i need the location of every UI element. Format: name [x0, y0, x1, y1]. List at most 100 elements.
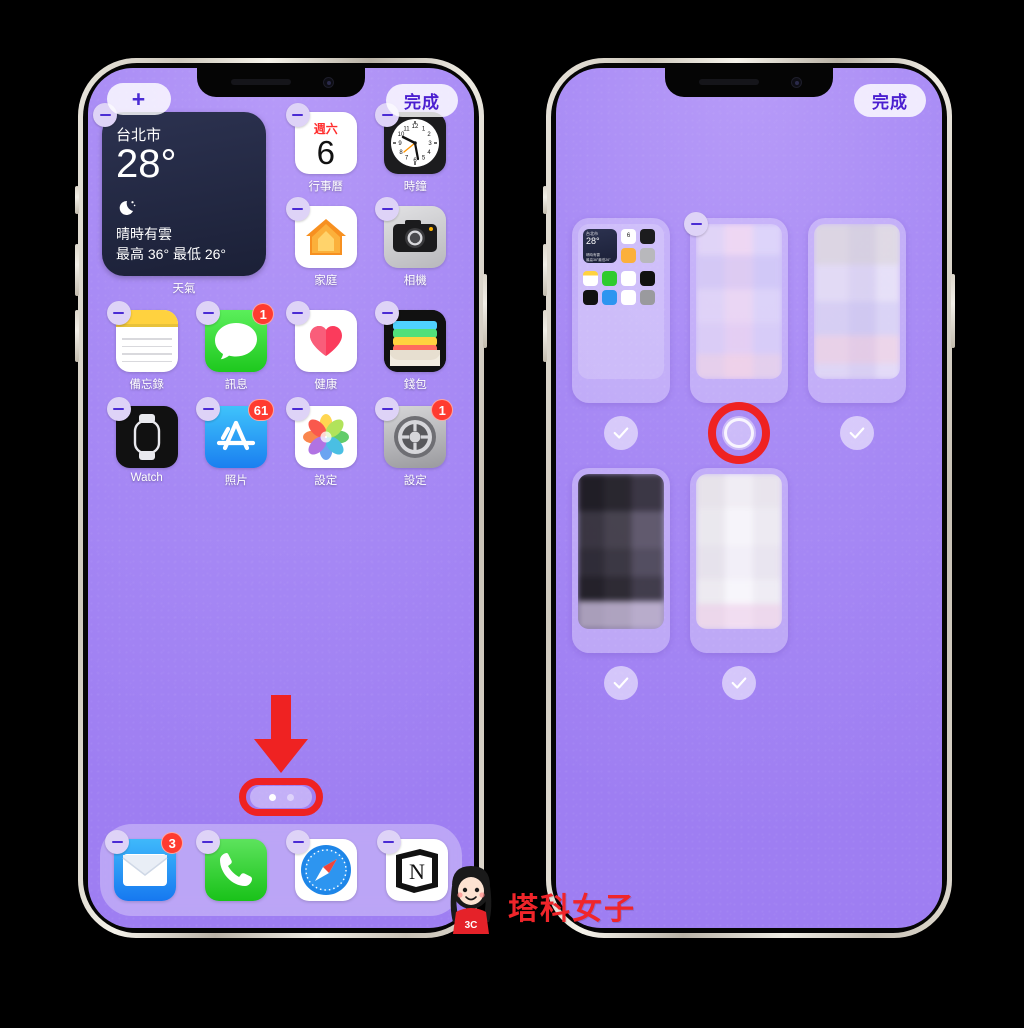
page-row-2: [556, 468, 942, 700]
app-app-store[interactable]: 61 照片: [192, 397, 282, 488]
right-phone-screen: 完成 台北市 28° 晴時有雲 最高36°最低26° 6: [556, 68, 942, 928]
power-button[interactable]: [951, 274, 955, 348]
silent-switch[interactable]: [75, 186, 79, 214]
add-widget-button[interactable]: +: [107, 83, 171, 115]
remove-app-button[interactable]: [285, 197, 310, 221]
mini-health-icon: [621, 271, 636, 286]
mini-notes-icon: [583, 271, 598, 286]
mail-badge: 3: [161, 832, 184, 854]
page-row-1: 台北市 28° 晴時有雲 最高36°最低26° 6: [556, 212, 942, 464]
volume-down-button[interactable]: [75, 310, 79, 362]
mini-wallet-icon: [640, 271, 655, 286]
mini-app-store-icon: [602, 290, 617, 305]
app-calendar[interactable]: 週六 6 行事曆: [281, 103, 371, 194]
page-checkbox[interactable]: [604, 416, 638, 450]
page-editor-grid: 台北市 28° 晴時有雲 最高36°最低26° 6: [556, 212, 942, 718]
settings-badge: 1: [431, 399, 454, 421]
checkbox-empty-circle: [724, 418, 754, 448]
volume-down-button[interactable]: [543, 310, 547, 362]
earpiece-speaker: [699, 79, 759, 85]
grid-row-1-right-bottom: 家庭 相機: [281, 197, 461, 288]
mini-camera-icon: [640, 248, 655, 263]
mini-clock-icon: [640, 229, 655, 244]
page-dot-active[interactable]: [268, 793, 276, 801]
remove-page-button[interactable]: [684, 212, 708, 236]
page-preview-content: [578, 474, 664, 629]
weather-widget[interactable]: 台北市 28° 晴時有雲 最高 36° 最低 26°: [102, 112, 266, 276]
svg-text:12: 12: [412, 124, 419, 130]
front-camera-icon: [791, 77, 802, 88]
page-checkbox[interactable]: [604, 666, 638, 700]
remove-app-button[interactable]: [106, 397, 131, 421]
page-preview[interactable]: 台北市 28° 晴時有雲 最高36°最低26° 6: [572, 218, 670, 403]
app-wallet[interactable]: 錢包: [371, 301, 461, 392]
page-preview[interactable]: [690, 468, 788, 653]
calendar-day: 6: [316, 134, 335, 172]
mini-photos-icon: [621, 290, 636, 305]
page-checkbox[interactable]: [722, 666, 756, 700]
remove-app-button[interactable]: [195, 830, 220, 854]
app-label: Watch: [130, 472, 163, 484]
power-button[interactable]: [483, 274, 487, 348]
volume-up-button[interactable]: [75, 244, 79, 296]
svg-text:11: 11: [404, 127, 411, 133]
page-thumbnail-4[interactable]: [572, 468, 670, 700]
page-thumbnail-3[interactable]: [808, 218, 906, 450]
remove-app-button[interactable]: [285, 397, 310, 421]
moon-stars-icon: [116, 199, 136, 222]
right-iphone-device: 完成 台北市 28° 晴時有雲 最高36°最低26° 6: [543, 58, 955, 938]
app-clock[interactable]: 12 3 69 12 45 78 10 11 時鐘: [371, 103, 461, 194]
page-thumbnail-1[interactable]: 台北市 28° 晴時有雲 最高36°最低26° 6: [572, 218, 670, 450]
weather-widget-cell[interactable]: 台北市 28° 晴時有雲 最高 36° 最低 26° 天氣: [93, 103, 281, 296]
page-preview[interactable]: [808, 218, 906, 403]
app-messages[interactable]: 1 訊息: [192, 301, 282, 392]
girl-mascot-3c-icon: 3C: [450, 866, 492, 934]
app-watch[interactable]: Watch: [102, 397, 192, 488]
app-notes[interactable]: 備忘錄: [102, 301, 192, 392]
weather-condition: 晴時有雲: [116, 226, 172, 242]
checkmark-icon: [613, 427, 629, 439]
app-label: 健康: [314, 379, 338, 391]
page-preview[interactable]: [690, 218, 788, 403]
checkmark-icon: [849, 427, 865, 439]
notch: [197, 68, 365, 97]
page-checkbox[interactable]: [840, 416, 874, 450]
grid-row-1-right-top: 週六 6 行事曆 12 3 6 9 1 2 4 5 7 8 10 11 時鐘: [281, 103, 461, 194]
mini-messages-icon: [602, 271, 617, 286]
mini-settings-icon: [640, 290, 655, 305]
done-button[interactable]: 完成: [386, 84, 458, 117]
dock-app-notion[interactable]: N: [376, 830, 448, 901]
page-preview[interactable]: [572, 468, 670, 653]
app-label: 設定: [314, 475, 338, 487]
remove-app-button[interactable]: [285, 301, 310, 325]
app-home[interactable]: 家庭: [281, 197, 371, 288]
app-label: 時鐘: [403, 181, 427, 193]
page-thumbnail-5[interactable]: [690, 468, 788, 700]
dock-app-safari[interactable]: [286, 830, 358, 901]
app-photos[interactable]: 設定: [281, 397, 371, 488]
app-label: 相機: [403, 275, 427, 287]
volume-up-button[interactable]: [543, 244, 547, 296]
page-preview-content: [814, 224, 900, 379]
done-button[interactable]: 完成: [854, 84, 926, 117]
svg-text:N: N: [409, 859, 425, 884]
app-label: 備忘錄: [129, 379, 165, 391]
page-dots-indicator[interactable]: [250, 786, 312, 808]
app-settings[interactable]: 1 設定: [371, 397, 461, 488]
app-health[interactable]: 健康: [281, 301, 371, 392]
remove-app-button[interactable]: [376, 830, 401, 854]
silent-switch[interactable]: [543, 186, 547, 214]
page-dot-inactive[interactable]: [286, 793, 294, 801]
mini-home-layout: 台北市 28° 晴時有雲 最高36°最低26° 6: [578, 224, 664, 379]
svg-text:3C: 3C: [465, 920, 478, 931]
app-label: 照片: [224, 475, 248, 487]
unchecked-checkbox-highlight-ring: [708, 402, 770, 464]
dock-app-mail[interactable]: 3: [105, 830, 184, 901]
dock-app-phone[interactable]: [195, 830, 267, 901]
app-camera[interactable]: 相機: [371, 197, 461, 288]
page-thumbnail-2[interactable]: [684, 212, 788, 464]
watermark-text: 塔科女子: [508, 893, 636, 926]
app-label: 行事曆: [308, 181, 344, 193]
remove-app-button[interactable]: [106, 301, 131, 325]
mini-watch-icon: [583, 290, 598, 305]
